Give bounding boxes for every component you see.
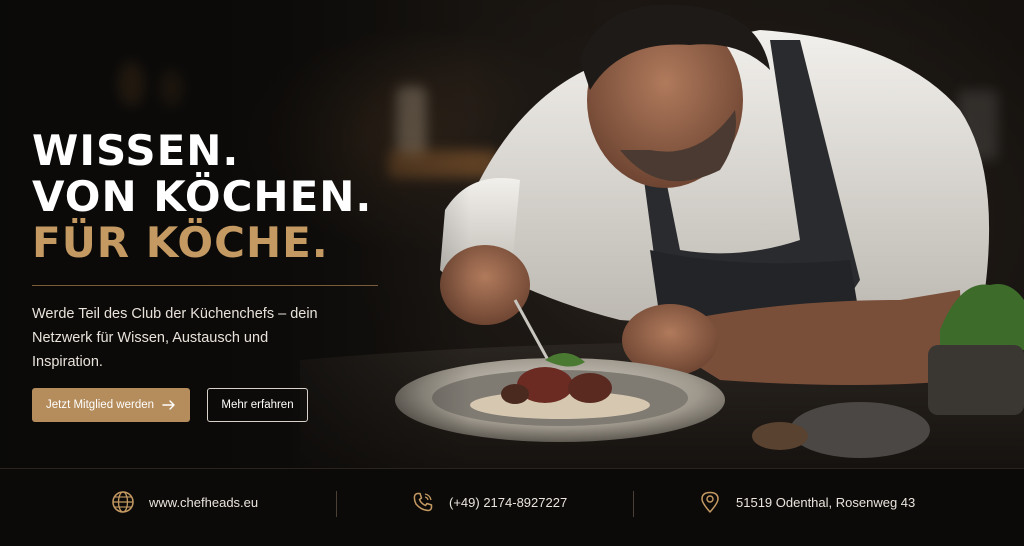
footer-divider [336, 491, 337, 517]
hero-section: WISSEN. VON KÖCHEN. FÜR KÖCHE. Werde Tei… [0, 0, 1024, 468]
headline-line-1: WISSEN. [32, 126, 240, 175]
contact-address[interactable]: 51519 Odenthal, Rosenweg 43 [698, 469, 915, 535]
contact-phone[interactable]: (+49) 2174-8927227 [411, 469, 567, 535]
learn-more-button-label: Mehr erfahren [221, 399, 294, 411]
address-text: 51519 Odenthal, Rosenweg 43 [736, 494, 916, 510]
join-member-button-label: Jetzt Mitglied werden [45, 399, 155, 411]
phone-text: (+49) 2174-8927227 [449, 494, 568, 510]
globe-icon [112, 491, 134, 513]
join-member-button[interactable]: Jetzt Mitglied werden [32, 388, 190, 422]
location-pin-icon [701, 491, 719, 513]
phone-icon [413, 492, 433, 512]
learn-more-button[interactable]: Mehr erfahren [207, 388, 308, 422]
headline-line-2: VON KÖCHEN. [32, 172, 373, 221]
arrow-right-icon [162, 400, 175, 410]
contact-website[interactable]: www.chefheads.eu [111, 469, 258, 535]
headline-line-3: FÜR KÖCHE. [32, 218, 329, 267]
website-text: www.chefheads.eu [149, 494, 259, 510]
hero-intro-text: Werde Teil des Club der Küchenchefs – de… [32, 306, 318, 370]
hero-headline: WISSEN. VON KÖCHEN. FÜR KÖCHE. [32, 128, 372, 266]
headline-divider [32, 285, 378, 286]
footer-divider [633, 491, 634, 517]
contact-footer: www.chefheads.eu (+49) 2174-8927227 5151… [0, 468, 1024, 546]
